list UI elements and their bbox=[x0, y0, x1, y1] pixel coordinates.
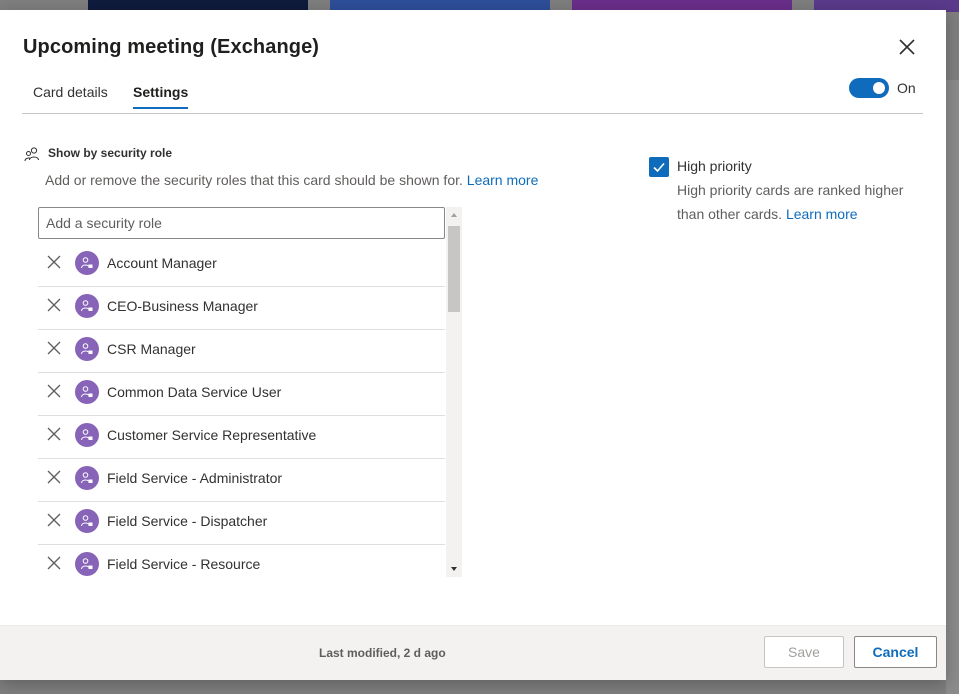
security-role-row: CEO-Business Manager bbox=[38, 287, 445, 330]
security-role-name: Common Data Service User bbox=[107, 384, 282, 400]
security-role-icon bbox=[81, 558, 93, 570]
security-role-icon bbox=[81, 429, 93, 441]
card-settings-dialog: Upcoming meeting (Exchange) Card details… bbox=[0, 10, 946, 680]
security-role-row: Account Manager bbox=[38, 244, 445, 287]
last-modified-text: Last modified, 2 d ago bbox=[319, 646, 446, 660]
close-icon bbox=[899, 39, 915, 55]
security-role-avatar bbox=[75, 509, 99, 533]
high-priority-description: High priority cards are ranked higher th… bbox=[677, 178, 927, 226]
toggle-knob bbox=[873, 82, 885, 94]
priority-learn-more-link[interactable]: Learn more bbox=[786, 206, 858, 222]
tab-settings[interactable]: Settings bbox=[133, 84, 189, 109]
security-role-row: CSR Manager bbox=[38, 330, 445, 373]
remove-icon[interactable] bbox=[46, 254, 62, 270]
remove-icon[interactable] bbox=[46, 512, 62, 528]
high-priority-label: High priority bbox=[677, 158, 752, 174]
security-section-description: Add or remove the security roles that th… bbox=[45, 172, 538, 188]
remove-icon[interactable] bbox=[46, 383, 62, 399]
security-role-icon bbox=[81, 300, 93, 312]
toggle-state-label: On bbox=[897, 80, 916, 96]
dialog-title: Upcoming meeting (Exchange) bbox=[23, 36, 320, 58]
security-role-picker: Account Manager CEO-Business Manager CSR… bbox=[38, 207, 462, 577]
remove-icon[interactable] bbox=[46, 340, 62, 356]
checkmark-icon bbox=[653, 162, 665, 173]
scroll-down-arrow-icon[interactable] bbox=[446, 561, 462, 577]
security-role-row: Common Data Service User bbox=[38, 373, 445, 416]
security-role-icon bbox=[81, 257, 93, 269]
high-priority-checkbox[interactable] bbox=[649, 157, 669, 177]
remove-icon[interactable] bbox=[46, 426, 62, 442]
security-role-avatar bbox=[75, 251, 99, 275]
tab-bar: Card details Settings bbox=[22, 80, 923, 114]
dialog-footer: Last modified, 2 d ago Save Cancel bbox=[0, 625, 946, 680]
security-role-avatar bbox=[75, 466, 99, 490]
security-role-name: Field Service - Administrator bbox=[107, 470, 283, 486]
security-role-name: Field Service - Resource bbox=[107, 556, 261, 572]
security-role-avatar bbox=[75, 337, 99, 361]
cancel-button[interactable]: Cancel bbox=[854, 636, 937, 668]
people-icon bbox=[24, 147, 39, 162]
remove-icon[interactable] bbox=[46, 555, 62, 571]
card-enabled-toggle[interactable] bbox=[849, 78, 889, 98]
security-role-name: CSR Manager bbox=[107, 341, 196, 357]
security-role-icon bbox=[81, 515, 93, 527]
security-role-name: Account Manager bbox=[107, 255, 217, 271]
security-role-list: Account Manager CEO-Business Manager CSR… bbox=[38, 244, 445, 577]
security-role-icon bbox=[81, 386, 93, 398]
security-role-avatar bbox=[75, 380, 99, 404]
security-role-row: Customer Service Representative bbox=[38, 416, 445, 459]
security-role-icon bbox=[81, 343, 93, 355]
security-role-row: Field Service - Dispatcher bbox=[38, 502, 445, 545]
close-button[interactable] bbox=[895, 35, 919, 59]
security-role-name: Customer Service Representative bbox=[107, 427, 317, 443]
save-button[interactable]: Save bbox=[764, 636, 844, 668]
tab-card-details[interactable]: Card details bbox=[33, 84, 108, 108]
background-panel bbox=[946, 80, 959, 694]
scroll-up-arrow-icon[interactable] bbox=[446, 207, 462, 223]
security-learn-more-link[interactable]: Learn more bbox=[467, 172, 539, 188]
security-role-avatar bbox=[75, 423, 99, 447]
security-role-search-input[interactable] bbox=[38, 207, 445, 239]
security-role-row: Field Service - Administrator bbox=[38, 459, 445, 502]
security-section-title: Show by security role bbox=[48, 146, 173, 160]
security-role-icon bbox=[81, 472, 93, 484]
security-role-name: Field Service - Dispatcher bbox=[107, 513, 268, 529]
remove-icon[interactable] bbox=[46, 469, 62, 485]
security-role-name: CEO-Business Manager bbox=[107, 298, 258, 314]
role-list-scrollbar[interactable] bbox=[446, 207, 462, 577]
scrollbar-thumb[interactable] bbox=[448, 226, 460, 312]
security-description-text: Add or remove the security roles that th… bbox=[45, 172, 463, 188]
security-role-row: Field Service - Resource bbox=[38, 545, 445, 577]
remove-icon[interactable] bbox=[46, 297, 62, 313]
security-role-avatar bbox=[75, 294, 99, 318]
security-role-avatar bbox=[75, 552, 99, 576]
